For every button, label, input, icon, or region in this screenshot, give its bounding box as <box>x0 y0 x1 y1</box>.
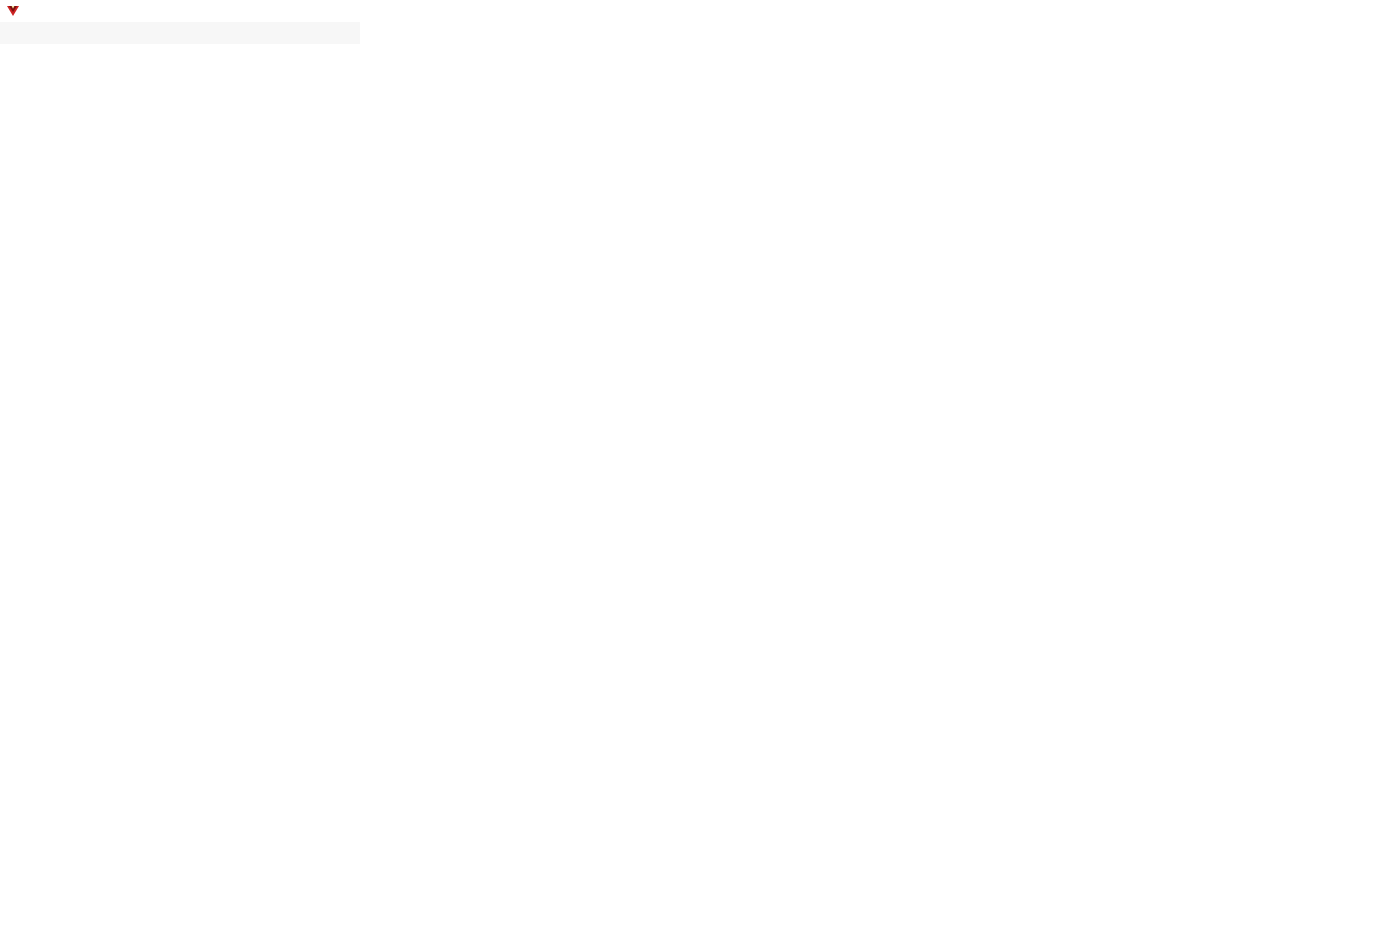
window-controls <box>1262 0 1400 22</box>
minimize-button[interactable] <box>1262 0 1308 22</box>
maximize-button[interactable] <box>1308 0 1354 22</box>
vituixcad-window <box>0 0 1400 952</box>
menubar <box>0 22 360 44</box>
close-button[interactable] <box>1354 0 1400 22</box>
app-logo-icon <box>6 4 20 18</box>
titlebar <box>0 0 1400 22</box>
